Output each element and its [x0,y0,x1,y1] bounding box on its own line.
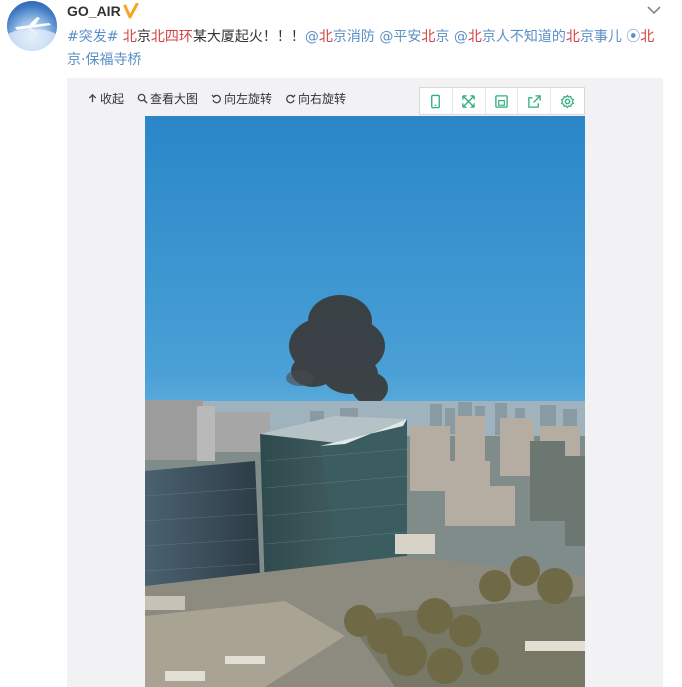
post-text-segment[interactable]: 京 [435,29,449,45]
phone-icon [431,94,441,108]
collapse-button[interactable]: 收起 [87,90,124,107]
settings-button[interactable] [551,88,584,114]
post-text-segment[interactable]: 北 [566,29,580,45]
weibo-post: GO_AIR #突发# 北京北四环某大厦起火！！！@北京消防 @平安北京 @北京… [0,0,682,687]
post-text-segment[interactable]: 京事儿 [580,29,622,45]
avatar[interactable] [7,1,57,51]
city-fire-photo [145,116,585,687]
settings-icon [560,93,575,109]
collapse-label: 收起 [100,91,125,106]
rotate-left-button[interactable]: 向左旋转 [211,90,272,107]
post-text-segment[interactable]: 北 [123,29,137,45]
post-text-segment[interactable]: #突发# [67,29,118,45]
username[interactable]: GO_AIR [67,3,121,19]
rotate-right-label: 向右旋转 [298,91,347,106]
media-toolbar: 收起 查看大图 向左旋转 向右旋转 [87,90,359,106]
post-text-segment[interactable]: 北 [319,29,333,45]
rotate-right-icon [286,93,296,103]
post-text-segment[interactable]: 北 [468,29,482,45]
save-image-button[interactable] [486,88,519,114]
post-text-segment[interactable]: 北 [640,29,654,45]
share-button[interactable] [518,88,552,114]
post-photo[interactable] [145,116,585,687]
share-icon [528,94,541,108]
post-text-segment[interactable]: 京·保福寺桥 [67,52,141,68]
post-text-segment: 京 [136,29,151,45]
post-text-segment[interactable]: 四环 [165,29,193,45]
post-text-segment[interactable]: 京人不知道的 [482,29,566,45]
post-text-segment[interactable]: @平安 [375,29,421,45]
fullscreen-button[interactable] [453,88,486,114]
verified-badge-icon [123,3,139,19]
rotate-right-button[interactable]: 向右旋转 [285,90,346,107]
post-text-segment[interactable]: 京消防 [333,29,375,45]
post-text-segment[interactable]: 北 [151,29,165,45]
post-text-segment[interactable]: @ [449,29,468,45]
magnifier-icon [137,93,148,104]
post-text-segment: 某大厦起火！！！ [192,29,305,45]
post-text-segment[interactable]: @ [305,29,319,45]
save-icon [495,94,508,108]
view-large-button[interactable]: 查看大图 [137,90,198,107]
collapse-arrow-icon [88,93,97,102]
phone-view-button[interactable] [420,88,453,114]
post-text-segment[interactable]: ⦿ [622,29,640,45]
post-text-segment[interactable]: 北 [421,29,435,45]
expand-icon [462,94,475,108]
media-action-icons [419,87,585,115]
view-large-label: 查看大图 [150,91,199,106]
post-text: #突发# 北京北四环某大厦起火！！！@北京消防 @平安北京 @北京人不知道的北京… [67,26,657,72]
rotate-left-icon [211,93,221,103]
rotate-left-label: 向左旋转 [224,91,273,106]
chevron-down-icon[interactable] [646,4,662,16]
